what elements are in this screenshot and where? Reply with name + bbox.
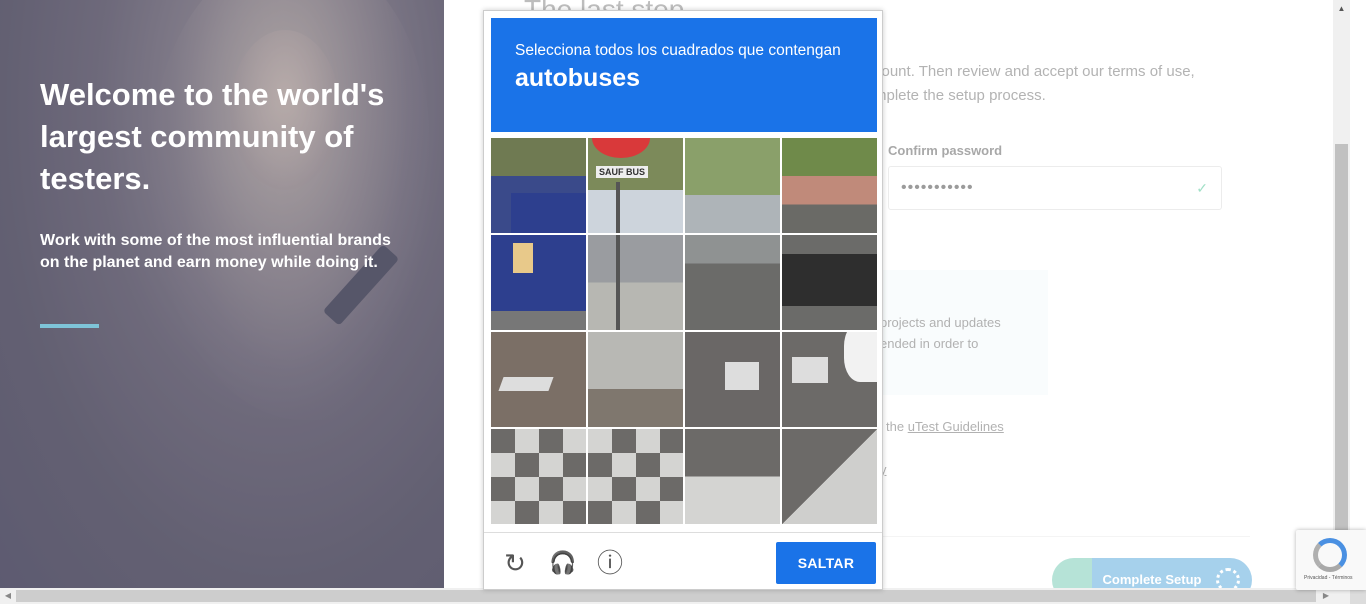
divider [874, 536, 1250, 537]
confirm-password-value: ••••••••••• [901, 179, 974, 196]
horizontal-scrollbar[interactable]: ◀ ▶ [0, 588, 1350, 604]
confirm-password-label: Confirm password [888, 143, 1003, 158]
captcha-tile[interactable] [685, 332, 780, 427]
captcha-tile[interactable] [782, 429, 877, 524]
bus-shape [511, 193, 586, 233]
captcha-tile[interactable] [685, 429, 780, 524]
skip-button[interactable]: SALTAR [776, 542, 876, 584]
captcha-header: Selecciona todos los cuadrados que conte… [491, 18, 877, 132]
captcha-tile[interactable] [588, 332, 683, 427]
captcha-tile[interactable] [491, 138, 586, 233]
captcha-footer: ↻ 🎧 ⓘ SALTAR [484, 532, 882, 590]
captcha-tile[interactable]: SAUF BUS [588, 138, 683, 233]
sign-pole [616, 235, 620, 330]
captcha-tile[interactable] [491, 429, 586, 524]
complete-setup-label: Complete Setup [1102, 572, 1202, 587]
confirm-password-field[interactable]: ••••••••••• ✓ [888, 166, 1222, 210]
hero-title: Welcome to the world's largest community… [40, 77, 385, 196]
captcha-tile[interactable] [685, 235, 780, 330]
captcha-target: autobuses [515, 64, 641, 92]
hero-accent-line [40, 324, 99, 328]
captcha-challenge: Selecciona todos los cuadrados que conte… [483, 10, 883, 590]
info-text: projects and updates ended in order to [880, 315, 1001, 351]
reload-icon[interactable]: ↻ [502, 550, 528, 576]
captcha-tile[interactable] [588, 235, 683, 330]
hero-subtitle: Work with some of the most influential b… [40, 232, 391, 271]
bus-window [513, 243, 533, 273]
captcha-tile[interactable] [782, 235, 877, 330]
captcha-tile[interactable] [491, 332, 586, 427]
horizontal-scroll-thumb[interactable] [16, 590, 1316, 602]
captcha-tile[interactable] [782, 138, 877, 233]
recaptcha-badge[interactable]: Privacidad - Términos [1296, 530, 1366, 590]
headphones-icon[interactable]: 🎧 [549, 550, 576, 576]
scrollbar-corner [1350, 588, 1366, 604]
hero-panel: Welcome to the world's largest community… [0, 0, 444, 588]
scroll-left-icon[interactable]: ◀ [0, 588, 16, 604]
captcha-instruction: Selecciona todos los cuadrados que conte… [515, 42, 841, 59]
bus-sign-text: SAUF BUS [596, 166, 649, 178]
captcha-tile[interactable] [588, 429, 683, 524]
captcha-tile[interactable] [782, 332, 877, 427]
guidelines-prefix: the [886, 419, 908, 434]
check-icon: ✓ [1196, 180, 1209, 196]
info-icon[interactable]: ⓘ [597, 550, 623, 576]
white-car [844, 332, 877, 382]
captcha-tile[interactable] [685, 138, 780, 233]
captcha-image-grid: SAUF BUS [491, 138, 877, 524]
sign-pole [616, 182, 620, 233]
captcha-tile[interactable] [491, 235, 586, 330]
stop-sign [592, 138, 650, 158]
form-description: count. Then review and accept our terms … [874, 63, 1195, 104]
recaptcha-logo-icon [1313, 538, 1347, 572]
scroll-up-icon[interactable]: ▲ [1333, 0, 1350, 17]
badge-text: Privacidad - Términos [1304, 575, 1353, 581]
crosswalk-stripe [498, 377, 554, 391]
crosswalk-stripe [792, 357, 828, 383]
crosswalk-stripe [725, 362, 759, 390]
vertical-scrollbar[interactable]: ▲ [1333, 0, 1350, 588]
vertical-scroll-thumb[interactable] [1335, 144, 1348, 588]
guidelines-link[interactable]: uTest Guidelines [908, 419, 1004, 434]
guidelines-line: the uTest Guidelines [886, 419, 1004, 434]
scroll-right-icon[interactable]: ▶ [1318, 588, 1334, 604]
